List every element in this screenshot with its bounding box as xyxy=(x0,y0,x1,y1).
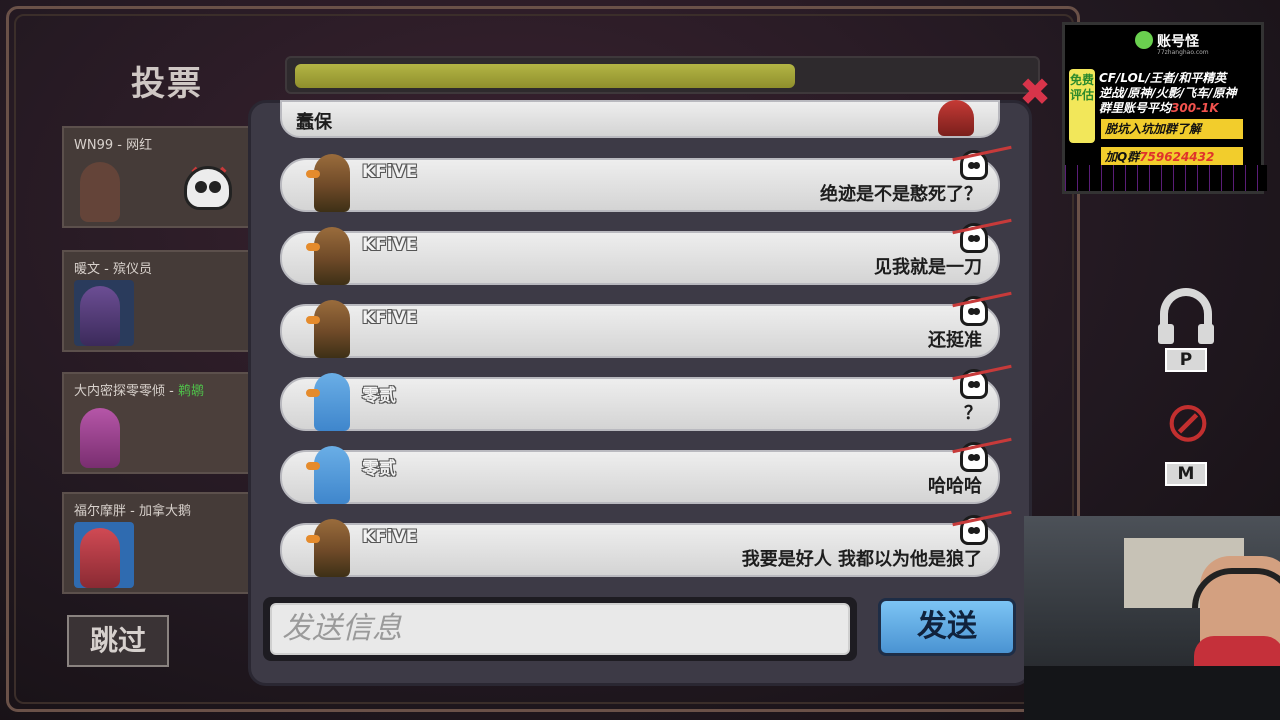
sender-avatar xyxy=(314,446,350,504)
vote-title: 投票 xyxy=(131,64,203,104)
player-name: 暖文 - 殡仪员 xyxy=(74,262,152,277)
ad-bar: 脱坑入坑加群了解 xyxy=(1101,119,1243,139)
message-sender: KFiVE xyxy=(362,308,418,328)
message-text: 还挺准 xyxy=(928,330,982,351)
chat-message-input[interactable]: 发送信息 xyxy=(270,603,850,655)
beak-icon xyxy=(306,316,320,324)
message-text: ？ xyxy=(964,403,982,424)
vote-timer-fill xyxy=(295,64,795,88)
beak-icon xyxy=(306,535,320,543)
skip-vote-button[interactable]: 跳过 xyxy=(67,615,169,667)
player-avatar xyxy=(80,408,120,468)
message-text: 见我就是一刀 xyxy=(874,257,982,278)
mute-key: M xyxy=(1165,462,1207,486)
beak-icon xyxy=(306,243,320,251)
skull-icon xyxy=(184,166,232,210)
sender-avatar xyxy=(314,373,350,431)
headset-icon[interactable] xyxy=(1158,288,1214,344)
stream-ad-panel: 账号怪 77zhanghao.com 免费评估 CF/LOL/王者/和平精英 逆… xyxy=(1062,22,1267,194)
player-avatar xyxy=(80,528,120,588)
ad-line: 群里账号平均300-1K xyxy=(1099,101,1219,115)
player-card[interactable]: 大内密探零零倾 - 鹈鹕 xyxy=(62,372,262,474)
player-name: WN99 - 网红 xyxy=(74,138,153,153)
vote-timer-bar xyxy=(285,56,1040,94)
message-sender: KFiVE xyxy=(362,162,418,182)
sender-avatar xyxy=(314,519,350,577)
sender-avatar xyxy=(314,227,350,285)
player-card[interactable]: 福尔摩胖 - 加拿大鹅 xyxy=(62,492,262,594)
player-avatar xyxy=(80,286,120,346)
mic-muted-icon[interactable]: ⊘ xyxy=(1160,392,1216,454)
player-name: 福尔摩胖 - 加拿大鹅 xyxy=(74,504,191,519)
streamer-webcam xyxy=(1024,516,1280,720)
ad-badge: 免费评估 xyxy=(1069,69,1095,143)
message-text: 我要是好人 我都以为他是狼了 xyxy=(741,549,982,570)
brand-logo-icon xyxy=(1135,31,1153,49)
chat-message: KFiVE 绝迹是不是憨死了？ xyxy=(280,145,1012,212)
message-sender: KFiVE xyxy=(362,235,418,255)
ad-brand: 账号怪 xyxy=(1157,34,1199,50)
beak-icon xyxy=(306,170,320,178)
player-card[interactable]: WN99 - 网红 ✕ xyxy=(62,126,262,228)
sender-avatar xyxy=(314,154,350,212)
push-to-talk-key: P xyxy=(1165,348,1207,372)
sender-avatar xyxy=(314,300,350,358)
chat-message: KFiVE 还挺准 xyxy=(280,291,1012,358)
message-text: 蠢保 xyxy=(296,112,332,133)
game-screen: 投票 ✖ WN99 - 网红 ✕ 暖文 - 殡仪员 大内密探零零倾 - 鹈鹕 福… xyxy=(0,0,1280,720)
chat-message: 蠢保 xyxy=(280,100,1000,138)
chat-message: 零贰 ？ xyxy=(280,364,1012,431)
player-avatar xyxy=(80,162,120,222)
player-name: 大内密探零零倾 - 鹈鹕 xyxy=(74,384,204,399)
desk xyxy=(1024,666,1280,720)
ad-grid-decoration xyxy=(1065,165,1267,191)
message-sender: 零贰 xyxy=(362,459,396,479)
chat-message: KFiVE 见我就是一刀 xyxy=(280,218,1012,285)
message-sender: 零贰 xyxy=(362,386,396,406)
sender-avatar xyxy=(938,100,974,136)
player-card[interactable]: 暖文 - 殡仪员 xyxy=(62,250,262,352)
message-text: 绝迹是不是憨死了？ xyxy=(820,184,982,205)
ad-qq-bar: 加Q群759624432 xyxy=(1101,147,1243,167)
chat-message: 零贰 哈哈哈 xyxy=(280,437,1012,504)
beak-icon xyxy=(306,462,320,470)
message-sender: KFiVE xyxy=(362,527,418,547)
chat-message: KFiVE 我要是好人 我都以为他是狼了 xyxy=(280,510,1012,577)
message-text: 哈哈哈 xyxy=(928,476,982,497)
beak-icon xyxy=(306,389,320,397)
send-button[interactable]: 发送 xyxy=(878,598,1016,656)
ad-site: 77zhanghao.com xyxy=(1157,49,1209,56)
